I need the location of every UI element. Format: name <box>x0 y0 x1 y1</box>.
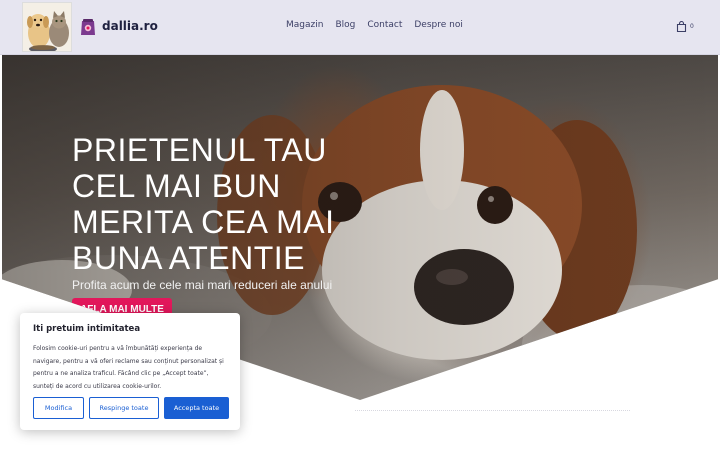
puppy-kitten-logo-icon <box>23 3 71 51</box>
pet-food-bag-icon[interactable] <box>80 18 96 36</box>
main-nav: Magazin Blog Contact Despre noi <box>286 20 463 30</box>
cookie-consent-dialog: Iti pretuim intimitatea Folosim cookie-u… <box>20 313 240 430</box>
nav-item-magazin[interactable]: Magazin <box>286 20 323 30</box>
cart-button[interactable]: 0 <box>676 20 700 34</box>
nav-item-contact[interactable]: Contact <box>367 20 402 30</box>
reject-all-button[interactable]: Respinge toate <box>89 397 159 419</box>
customize-button[interactable]: Modifica <box>33 397 84 419</box>
hero-subtitle: Profita acum de cele mai mari reduceri a… <box>72 278 333 292</box>
nav-item-blog[interactable]: Blog <box>335 20 355 30</box>
section-divider <box>355 410 630 411</box>
nav-item-despre-noi[interactable]: Despre noi <box>414 20 462 30</box>
cookie-text: Folosim cookie-uri pentru a vă îmbunătăț… <box>33 345 224 390</box>
cart-count: 0 <box>690 23 694 30</box>
cookie-buttons: Modifica Respinge toate Accepta toate <box>33 397 229 419</box>
logo-image[interactable] <box>22 2 72 52</box>
site-header: dallia.ro Magazin Blog Contact Despre no… <box>0 0 720 55</box>
cookie-title: Iti pretuim intimitatea <box>33 324 141 334</box>
brand-name[interactable]: dallia.ro <box>102 19 158 33</box>
shopping-bag-icon <box>676 20 687 33</box>
hero-title: PRIETENUL TAU CEL MAI BUN MERITA CEA MAI… <box>72 132 335 276</box>
accept-all-button[interactable]: Accepta toate <box>164 397 229 419</box>
